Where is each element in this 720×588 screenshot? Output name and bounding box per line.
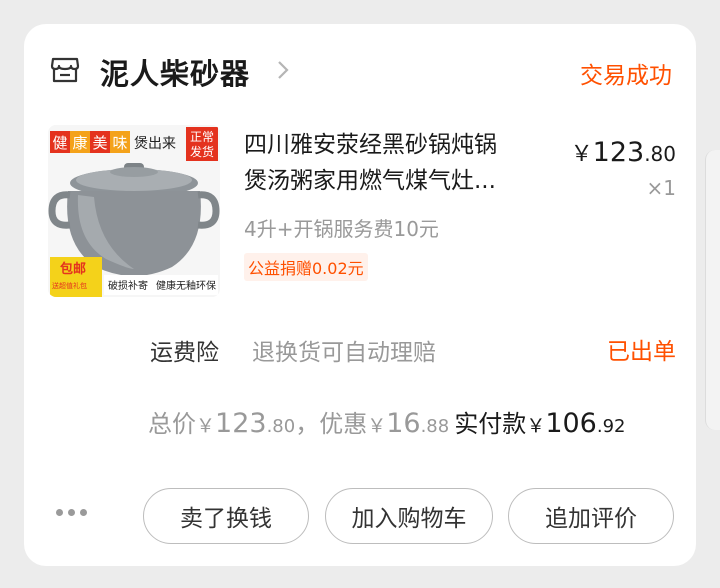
- total-label: 总价: [148, 410, 196, 438]
- shop-name[interactable]: 泥人柴砂器: [100, 51, 250, 93]
- paid-integer: 106: [545, 408, 597, 439]
- add-to-cart-button[interactable]: 加入购物车: [325, 488, 493, 544]
- product-title[interactable]: 四川雅安荥经黑砂锅炖锅 煲汤粥家用燃气煤气灶...: [244, 127, 542, 199]
- shipping-insurance-label: 运费险: [150, 340, 219, 366]
- price-integer: 123: [592, 137, 645, 168]
- chevron-right-icon[interactable]: [275, 58, 291, 82]
- charity-tag: 公益捐赠0.02元: [244, 253, 368, 281]
- paid-decimal: .92: [596, 416, 626, 437]
- thumb-after-text: 煲出来: [134, 135, 176, 152]
- sell-button[interactable]: 卖了换钱: [143, 488, 309, 544]
- product-title-line2: 煲汤粥家用燃气煤气灶...: [244, 168, 496, 194]
- thumb-char-2: 康: [72, 134, 87, 152]
- discount-integer: 16: [386, 408, 421, 439]
- thumb-char-1: 健: [52, 134, 67, 152]
- product-quantity: ×1: [646, 176, 676, 200]
- price-decimal: .80: [644, 142, 676, 166]
- total-integer: 123: [215, 408, 267, 439]
- discount-currency: ￥: [367, 415, 387, 437]
- add-review-button[interactable]: 追加评价: [508, 488, 674, 544]
- price-currency: ￥: [570, 142, 593, 167]
- discount-decimal: .88: [420, 416, 450, 437]
- thumb-free-ship-sub: 送超值礼包: [52, 281, 87, 290]
- discount-label: 优惠: [319, 410, 368, 438]
- product-sku: 4升+开锅服务费10元: [244, 217, 439, 241]
- order-totals: 总价￥123.80，优惠￥16.88 实付款￥106.92: [148, 404, 626, 439]
- thumb-char-4: 味: [112, 134, 127, 152]
- order-card: 泥人柴砂器 交易成功 健 康 美 味 煲出来 正常 发货 包邮 送超值礼包 破损…: [24, 24, 696, 566]
- thumb-badge-1: 正常: [190, 130, 214, 144]
- shipping-insurance-desc: 退换货可自动理赔: [252, 340, 436, 366]
- total-decimal: .80: [266, 416, 296, 437]
- order-status: 交易成功: [580, 63, 672, 89]
- product-price: ￥123.80: [571, 136, 676, 168]
- shop-icon[interactable]: [50, 56, 80, 84]
- shipping-insurance-status: 已出单: [607, 339, 676, 365]
- product-title-line1: 四川雅安荥经黑砂锅炖锅: [244, 132, 497, 158]
- thumb-badge-2: 发货: [190, 144, 214, 159]
- adjacent-card-edge: [705, 150, 720, 430]
- totals-separator: ，: [295, 410, 320, 438]
- more-options-icon[interactable]: [56, 501, 96, 516]
- thumb-char-3: 美: [92, 134, 107, 152]
- thumb-bottom-2: 健康无釉环保: [156, 279, 216, 292]
- thumb-bottom-1: 破损补寄: [108, 279, 148, 292]
- product-image[interactable]: 健 康 美 味 煲出来 正常 发货 包邮 送超值礼包 破损补寄 健康无釉环保: [48, 125, 220, 297]
- paid-currency: ￥: [526, 415, 546, 437]
- total-currency: ￥: [196, 415, 216, 437]
- paid-label: 实付款: [454, 410, 527, 438]
- thumb-free-ship: 包邮: [60, 261, 86, 277]
